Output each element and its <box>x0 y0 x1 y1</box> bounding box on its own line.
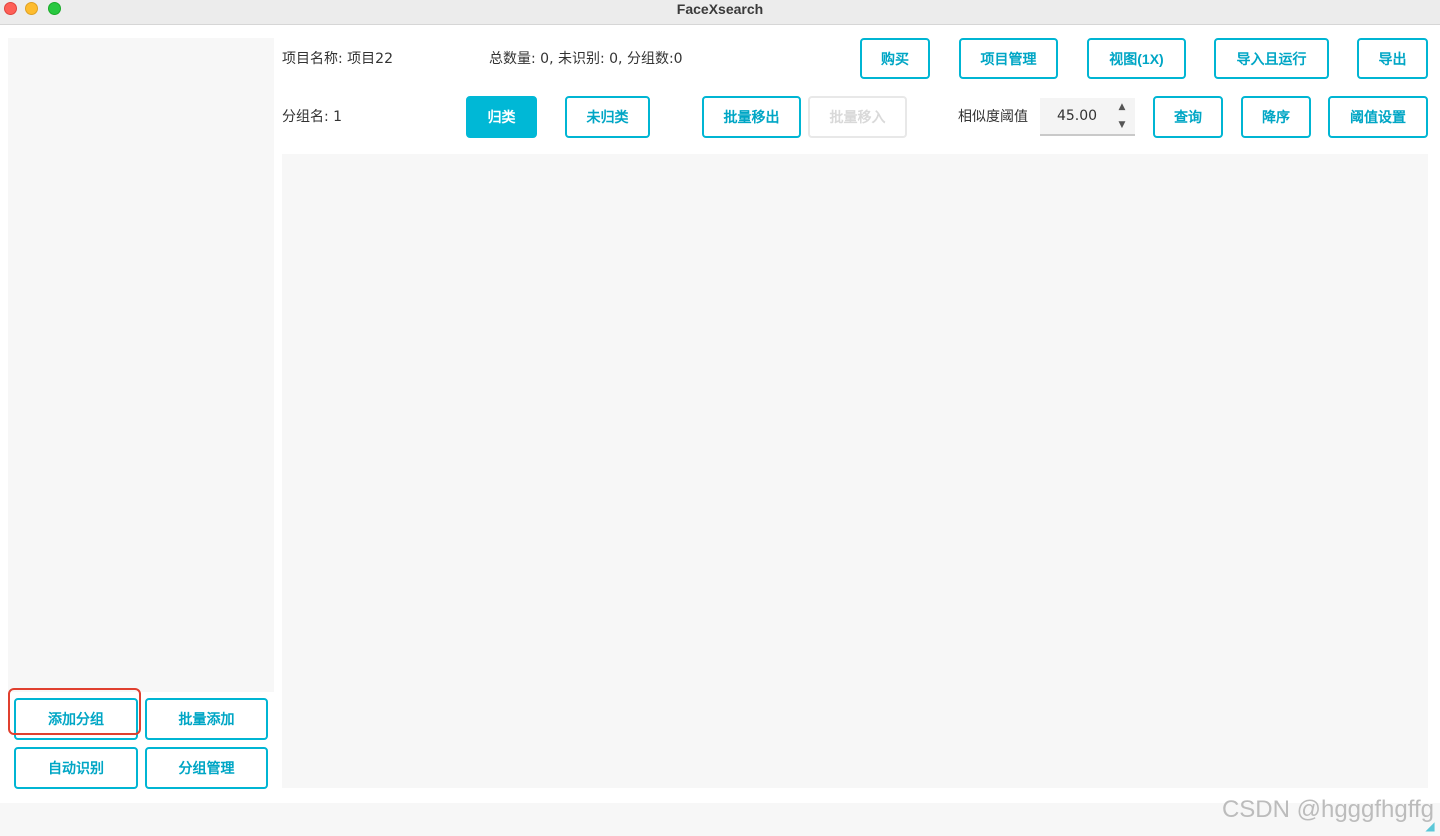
threshold-settings-button[interactable]: 阈值设置 <box>1328 96 1428 138</box>
group-name-label: 分组名: 1 <box>282 109 343 125</box>
resize-grip-icon[interactable]: ◢ <box>1422 818 1438 834</box>
import-run-button[interactable]: 导入且运行 <box>1214 38 1329 79</box>
watermark: CSDN @hgggfhgffg <box>1221 796 1434 823</box>
export-button[interactable]: 导出 <box>1357 38 1428 79</box>
batch-add-button[interactable]: 批量添加 <box>145 698 268 740</box>
stats-label: 总数量: 0, 未识别: 0, 分组数:0 <box>489 51 683 67</box>
threshold-label: 相似度阈值 <box>958 109 1028 125</box>
add-group-button[interactable]: 添加分组 <box>14 698 138 740</box>
project-name-label: 项目名称: 项目22 <box>282 51 393 67</box>
query-button[interactable]: 查询 <box>1153 96 1223 138</box>
auto-recognize-button[interactable]: 自动识别 <box>14 747 138 789</box>
decrement-arrow-icon[interactable]: ▼ <box>1115 119 1129 131</box>
unclassified-tab-button[interactable]: 未归类 <box>565 96 650 138</box>
group-manage-button[interactable]: 分组管理 <box>145 747 268 789</box>
buy-button[interactable]: 购买 <box>860 38 930 79</box>
sort-desc-button[interactable]: 降序 <box>1241 96 1311 138</box>
project-manage-button[interactable]: 项目管理 <box>959 38 1058 79</box>
view-zoom-button[interactable]: 视图(1X) <box>1087 38 1186 79</box>
threshold-spinner[interactable]: 45.00 ▲ ▼ <box>1040 98 1135 136</box>
increment-arrow-icon[interactable]: ▲ <box>1115 101 1129 113</box>
group-list-panel[interactable] <box>8 38 274 692</box>
batch-move-in-button[interactable]: 批量移入 <box>808 96 907 138</box>
batch-move-out-button[interactable]: 批量移出 <box>702 96 801 138</box>
window-title: FaceXsearch <box>676 1 764 17</box>
threshold-input[interactable]: 45.00 <box>1040 98 1114 134</box>
classified-tab-button[interactable]: 归类 <box>466 96 537 138</box>
face-results-panel[interactable] <box>282 154 1428 788</box>
